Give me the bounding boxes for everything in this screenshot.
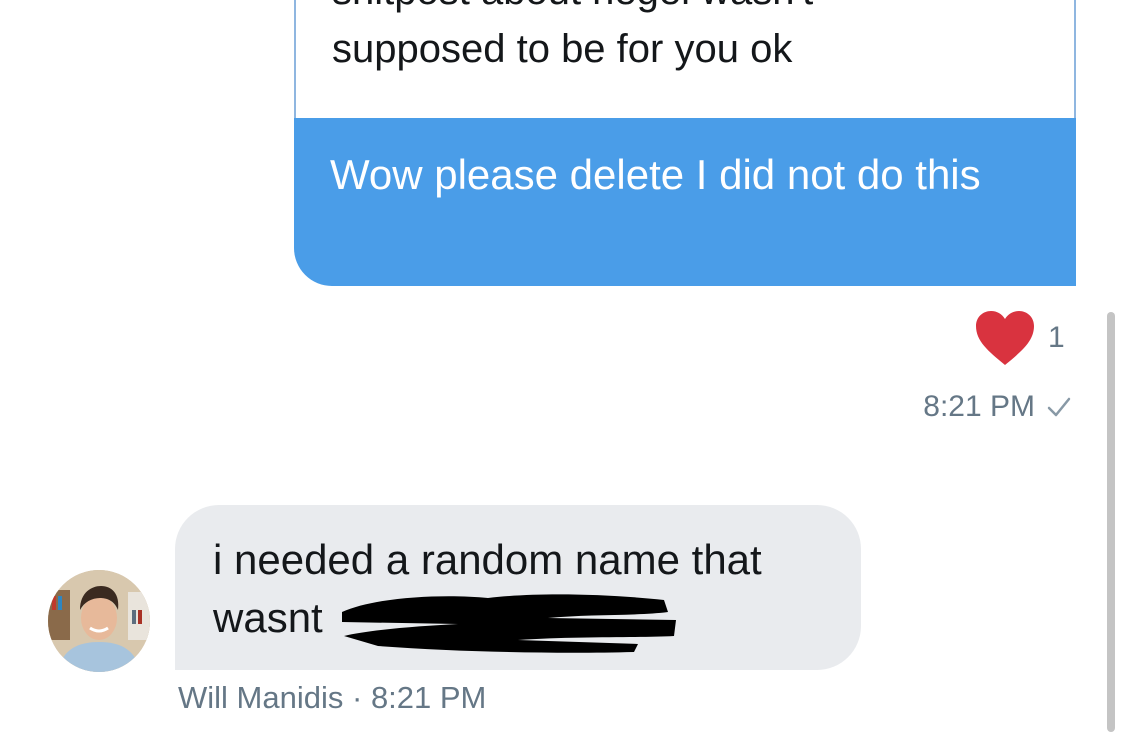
meta-separator: · [351,680,363,715]
quoted-line-1: shitpost about hegel wasn't [332,0,1054,20]
sent-message-text: Wow please delete I did not do this [330,151,981,198]
quoted-line-2: supposed to be for you ok [332,27,793,71]
received-timestamp: 8:21 PM [370,680,487,715]
sender-name[interactable]: Will Manidis [178,680,343,715]
reaction-count: 1 [1048,321,1065,354]
sent-message-bubble[interactable]: Wow please delete I did not do this [294,118,1076,286]
scrollbar[interactable] [1107,312,1115,732]
received-line-1: i needed a random name that [213,536,762,583]
quoted-tweet-text: shitpost about hegel wasn't supposed to … [332,0,1054,78]
avatar[interactable] [48,570,150,672]
received-message-meta: Will Manidis · 8:21 PM [178,680,486,716]
reaction[interactable]: 1 [974,308,1065,368]
avatar-image [48,570,150,672]
redaction-scribble [342,594,676,653]
sent-message-meta: 8:21 PM [923,390,1073,424]
check-icon [1047,397,1071,417]
sent-timestamp: 8:21 PM [923,390,1035,423]
heart-icon [976,311,1034,365]
quoted-tweet-card[interactable]: shitpost about hegel wasn't supposed to … [294,0,1076,120]
dm-conversation: shitpost about hegel wasn't supposed to … [0,0,1125,743]
